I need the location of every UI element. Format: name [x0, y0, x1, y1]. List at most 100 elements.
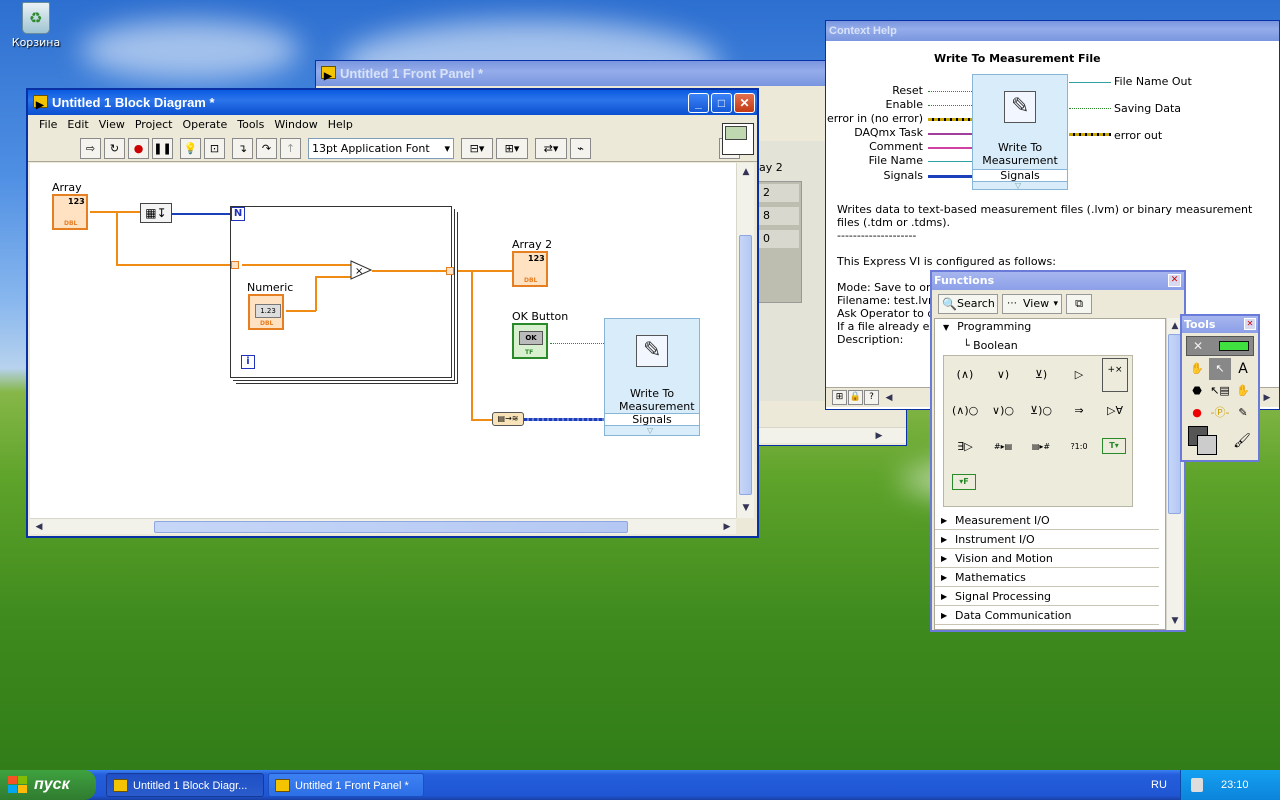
step-out-icon[interactable]: ↑	[280, 137, 301, 159]
menu-file[interactable]: File	[34, 115, 62, 135]
xor-icon[interactable]: ⊻)	[1028, 364, 1054, 386]
show-optional-terminals-icon[interactable]: ⊞	[832, 390, 847, 405]
paint-brush-icon[interactable]: 🖌	[1230, 430, 1254, 452]
scroll-left-icon[interactable]: ◀	[32, 520, 46, 534]
minimize-button[interactable]: _	[688, 93, 709, 113]
start-button[interactable]: пуск	[0, 770, 96, 800]
scroll-right-icon[interactable]: ▶	[1260, 391, 1274, 405]
menu-project[interactable]: Project	[130, 115, 178, 135]
run-continuously-icon[interactable]: ↻	[104, 137, 125, 159]
vi-connector-icon[interactable]	[722, 123, 754, 155]
nor-icon[interactable]: ∨)○	[990, 400, 1016, 422]
or-icon[interactable]: ∨)	[990, 364, 1016, 386]
array-size-function[interactable]: ▦↧	[140, 203, 172, 223]
block-diagram-titlebar[interactable]: Untitled 1 Block Diagram * _ □ ✕	[28, 90, 757, 115]
scroll-down-icon[interactable]: ▼	[1168, 614, 1182, 628]
scroll-right-icon[interactable]: ▶	[720, 520, 734, 534]
compound-arithmetic-icon[interactable]: +×	[1102, 358, 1128, 392]
boolean-subpalette[interactable]: └ Boolean	[963, 339, 1018, 352]
maximize-button[interactable]: □	[711, 93, 732, 113]
not-icon[interactable]: ▷	[1066, 364, 1092, 386]
multiply-function[interactable]: ×	[350, 260, 373, 280]
detailed-help-icon[interactable]: ?	[864, 390, 879, 405]
tools-titlebar[interactable]: Tools ✕	[1182, 316, 1258, 333]
menu-help[interactable]: Help	[323, 115, 358, 135]
cleanup-diagram-icon[interactable]: ⌁	[570, 137, 591, 159]
menu-edit[interactable]: Edit	[62, 115, 93, 135]
implies-icon[interactable]: ⇒	[1066, 400, 1092, 422]
diagram-hscroll[interactable]: ◀ ▶	[30, 518, 736, 534]
probe-icon[interactable]: -Ⓟ-	[1209, 402, 1231, 424]
scroll-left-icon[interactable]: ◀	[882, 391, 896, 405]
close-icon[interactable]: ✕	[1244, 318, 1256, 330]
block-diagram-window[interactable]: Untitled 1 Block Diagram * _ □ ✕ File Ed…	[26, 88, 759, 538]
bool-array-to-num-icon[interactable]: ▤▸#	[1028, 436, 1054, 458]
step-over-icon[interactable]: ↷	[256, 137, 277, 159]
edit-text-icon[interactable]: A	[1232, 358, 1254, 380]
sound-icon[interactable]	[1191, 778, 1203, 792]
distribute-objects-icon[interactable]: ⊞▾	[496, 137, 528, 159]
task-block-diagram[interactable]: Untitled 1 Block Diagr...	[106, 773, 264, 797]
bool-to-num-icon[interactable]: ?1:0	[1066, 436, 1092, 458]
nand-icon[interactable]: (∧)○	[952, 400, 978, 422]
loop-count-terminal[interactable]: N	[231, 207, 245, 221]
retain-wire-values-icon[interactable]: ⊡	[204, 137, 225, 159]
convert-to-dynamic-data[interactable]: ▤→≋	[492, 412, 524, 426]
abort-icon[interactable]: ●	[128, 137, 149, 159]
diagram-canvas[interactable]: Array 123 DBL ▦↧ N i × Numeric 1.23 DBL …	[30, 163, 736, 518]
pin-button[interactable]: ⧉	[1066, 294, 1092, 314]
num-to-bool-array-icon[interactable]: #▸▤	[990, 436, 1016, 458]
array2-indicator-terminal[interactable]: 123 DBL	[512, 251, 548, 287]
front-panel-hscroll[interactable]: ▶	[756, 427, 906, 443]
category-signal-processing[interactable]: Signal Processing	[935, 587, 1159, 606]
font-select[interactable]: 13pt Application Font	[308, 137, 454, 159]
functions-titlebar[interactable]: Functions ✕	[932, 272, 1184, 290]
hscroll-thumb[interactable]	[154, 521, 628, 533]
position-select-icon[interactable]: ↖	[1209, 358, 1231, 380]
or-array-icon[interactable]: ∃▷	[952, 436, 978, 458]
recycle-bin-icon[interactable]: Корзина	[8, 2, 64, 49]
menu-operate[interactable]: Operate	[177, 115, 232, 135]
signals-terminal[interactable]: Signals	[605, 413, 699, 426]
menu-tools[interactable]: Tools	[232, 115, 269, 135]
true-constant-icon[interactable]: T▾	[1102, 438, 1126, 454]
breakpoint-icon[interactable]: ●	[1186, 402, 1208, 424]
scroll-right-icon[interactable]: ▶	[872, 429, 886, 443]
expand-arrow-icon[interactable]: ▽	[647, 426, 653, 435]
vscroll-thumb[interactable]	[739, 235, 752, 495]
operate-value-icon[interactable]: ✋	[1186, 358, 1208, 380]
category-instrument-io[interactable]: Instrument I/O	[935, 530, 1159, 549]
functions-palette[interactable]: Functions ✕ 🔍 Search ⋯ View ▾ ⧉ ▼ Program…	[930, 270, 1186, 632]
close-icon[interactable]: ✕	[1168, 274, 1181, 287]
run-arrow-icon[interactable]: ⇨	[80, 137, 101, 159]
category-measurement-io[interactable]: Measurement I/O	[935, 511, 1159, 530]
loop-iteration-terminal[interactable]: i	[241, 355, 255, 369]
scroll-down-icon[interactable]: ▼	[739, 501, 753, 515]
reorder-icon[interactable]: ⇄▾	[535, 137, 567, 159]
set-color-icon[interactable]	[1188, 426, 1218, 456]
automatic-tool-selection[interactable]: ✕	[1186, 336, 1254, 356]
and-array-icon[interactable]: ▷∀	[1102, 400, 1128, 422]
diagram-vscroll[interactable]: ▲ ▼	[736, 163, 754, 518]
align-objects-icon[interactable]: ⊟▾	[461, 137, 493, 159]
close-button[interactable]: ✕	[734, 93, 755, 113]
task-front-panel[interactable]: Untitled 1 Front Panel *	[268, 773, 424, 797]
tools-palette[interactable]: Tools ✕ ✕ ✋ ↖ A ⬣ ↖▤ ✋ ● -Ⓟ- ✎ 🖌	[1180, 314, 1260, 462]
programming-category[interactable]: ▼ Programming	[943, 320, 1031, 333]
scroll-up-icon[interactable]: ▲	[739, 165, 753, 179]
and-icon[interactable]: (∧)	[952, 364, 978, 386]
category-mathematics[interactable]: Mathematics	[935, 568, 1159, 587]
menu-view[interactable]: View	[94, 115, 130, 135]
numeric-control-terminal[interactable]: 1.23 DBL	[248, 294, 284, 330]
search-button[interactable]: 🔍 Search	[938, 294, 998, 314]
nxor-icon[interactable]: ⊻)○	[1028, 400, 1054, 422]
pause-icon[interactable]: ❚❚	[152, 137, 173, 159]
highlight-execution-icon[interactable]: 💡	[180, 137, 201, 159]
context-help-titlebar[interactable]: Context Help	[826, 21, 1279, 41]
category-vision-motion[interactable]: Vision and Motion	[935, 549, 1159, 568]
category-data-communication[interactable]: Data Communication	[935, 606, 1159, 625]
menu-window[interactable]: Window	[269, 115, 322, 135]
false-constant-icon[interactable]: ▾F	[952, 474, 976, 490]
write-measurement-file-vi[interactable]: Write To Measurement File Signals ▽	[604, 318, 700, 436]
array-control-terminal[interactable]: 123 DBL	[52, 194, 88, 230]
